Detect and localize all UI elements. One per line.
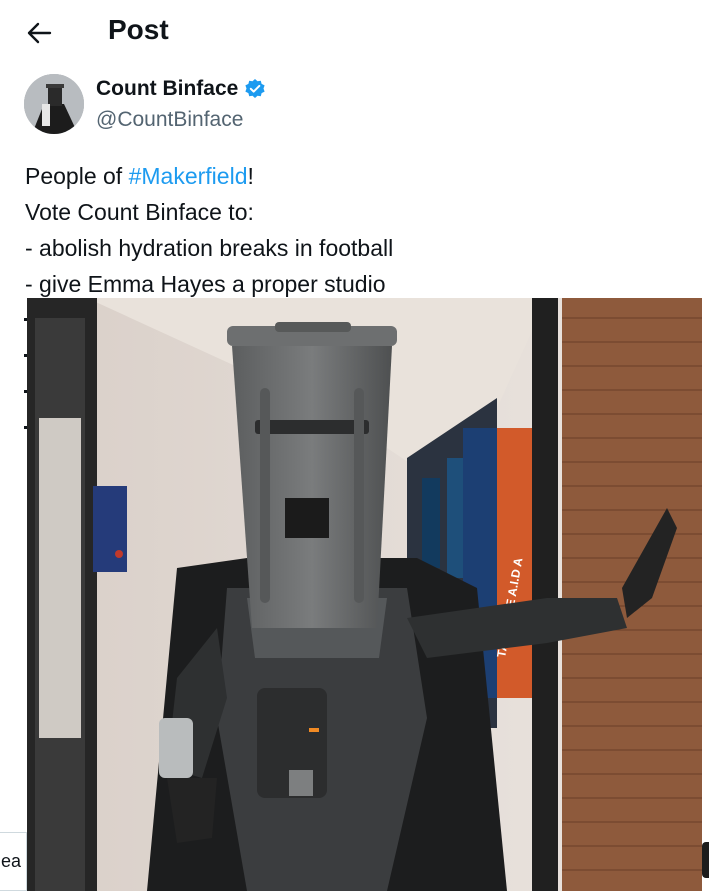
tweet-line-4: - give Emma Hayes a proper studio <box>25 271 386 297</box>
post-header: Post <box>0 0 709 66</box>
tweet-line-1: People of #Makerfield! <box>25 158 685 194</box>
page-title: Post <box>108 14 169 45</box>
avatar[interactable] <box>24 74 84 134</box>
arrow-left-icon <box>27 22 52 44</box>
tweet-line-3: - abolish hydration breaks in football <box>25 235 394 261</box>
author-name[interactable]: Count Binface <box>96 77 238 101</box>
photo-image: TAKE THE A.I.D A <box>27 298 702 891</box>
author-handle[interactable]: @CountBinface <box>96 108 243 132</box>
tweet-line-2: Vote Count Binface to: <box>25 199 254 225</box>
author-name-row[interactable]: Count Binface <box>96 77 266 101</box>
tweet-text: People of #Makerfield! Vote Count Binfac… <box>25 158 685 302</box>
tweet-photo[interactable]: TAKE THE A.I.D A <box>27 298 702 891</box>
back-button[interactable] <box>22 16 56 50</box>
hashtag-link[interactable]: #Makerfield <box>129 163 248 189</box>
avatar-image <box>24 74 84 134</box>
tweet-prefix: People of <box>25 163 129 189</box>
tweet-suffix: ! <box>247 163 254 189</box>
verified-badge-icon <box>245 79 265 98</box>
floating-button-partial[interactable] <box>702 842 709 878</box>
search-input-partial[interactable]: ea <box>0 832 27 891</box>
